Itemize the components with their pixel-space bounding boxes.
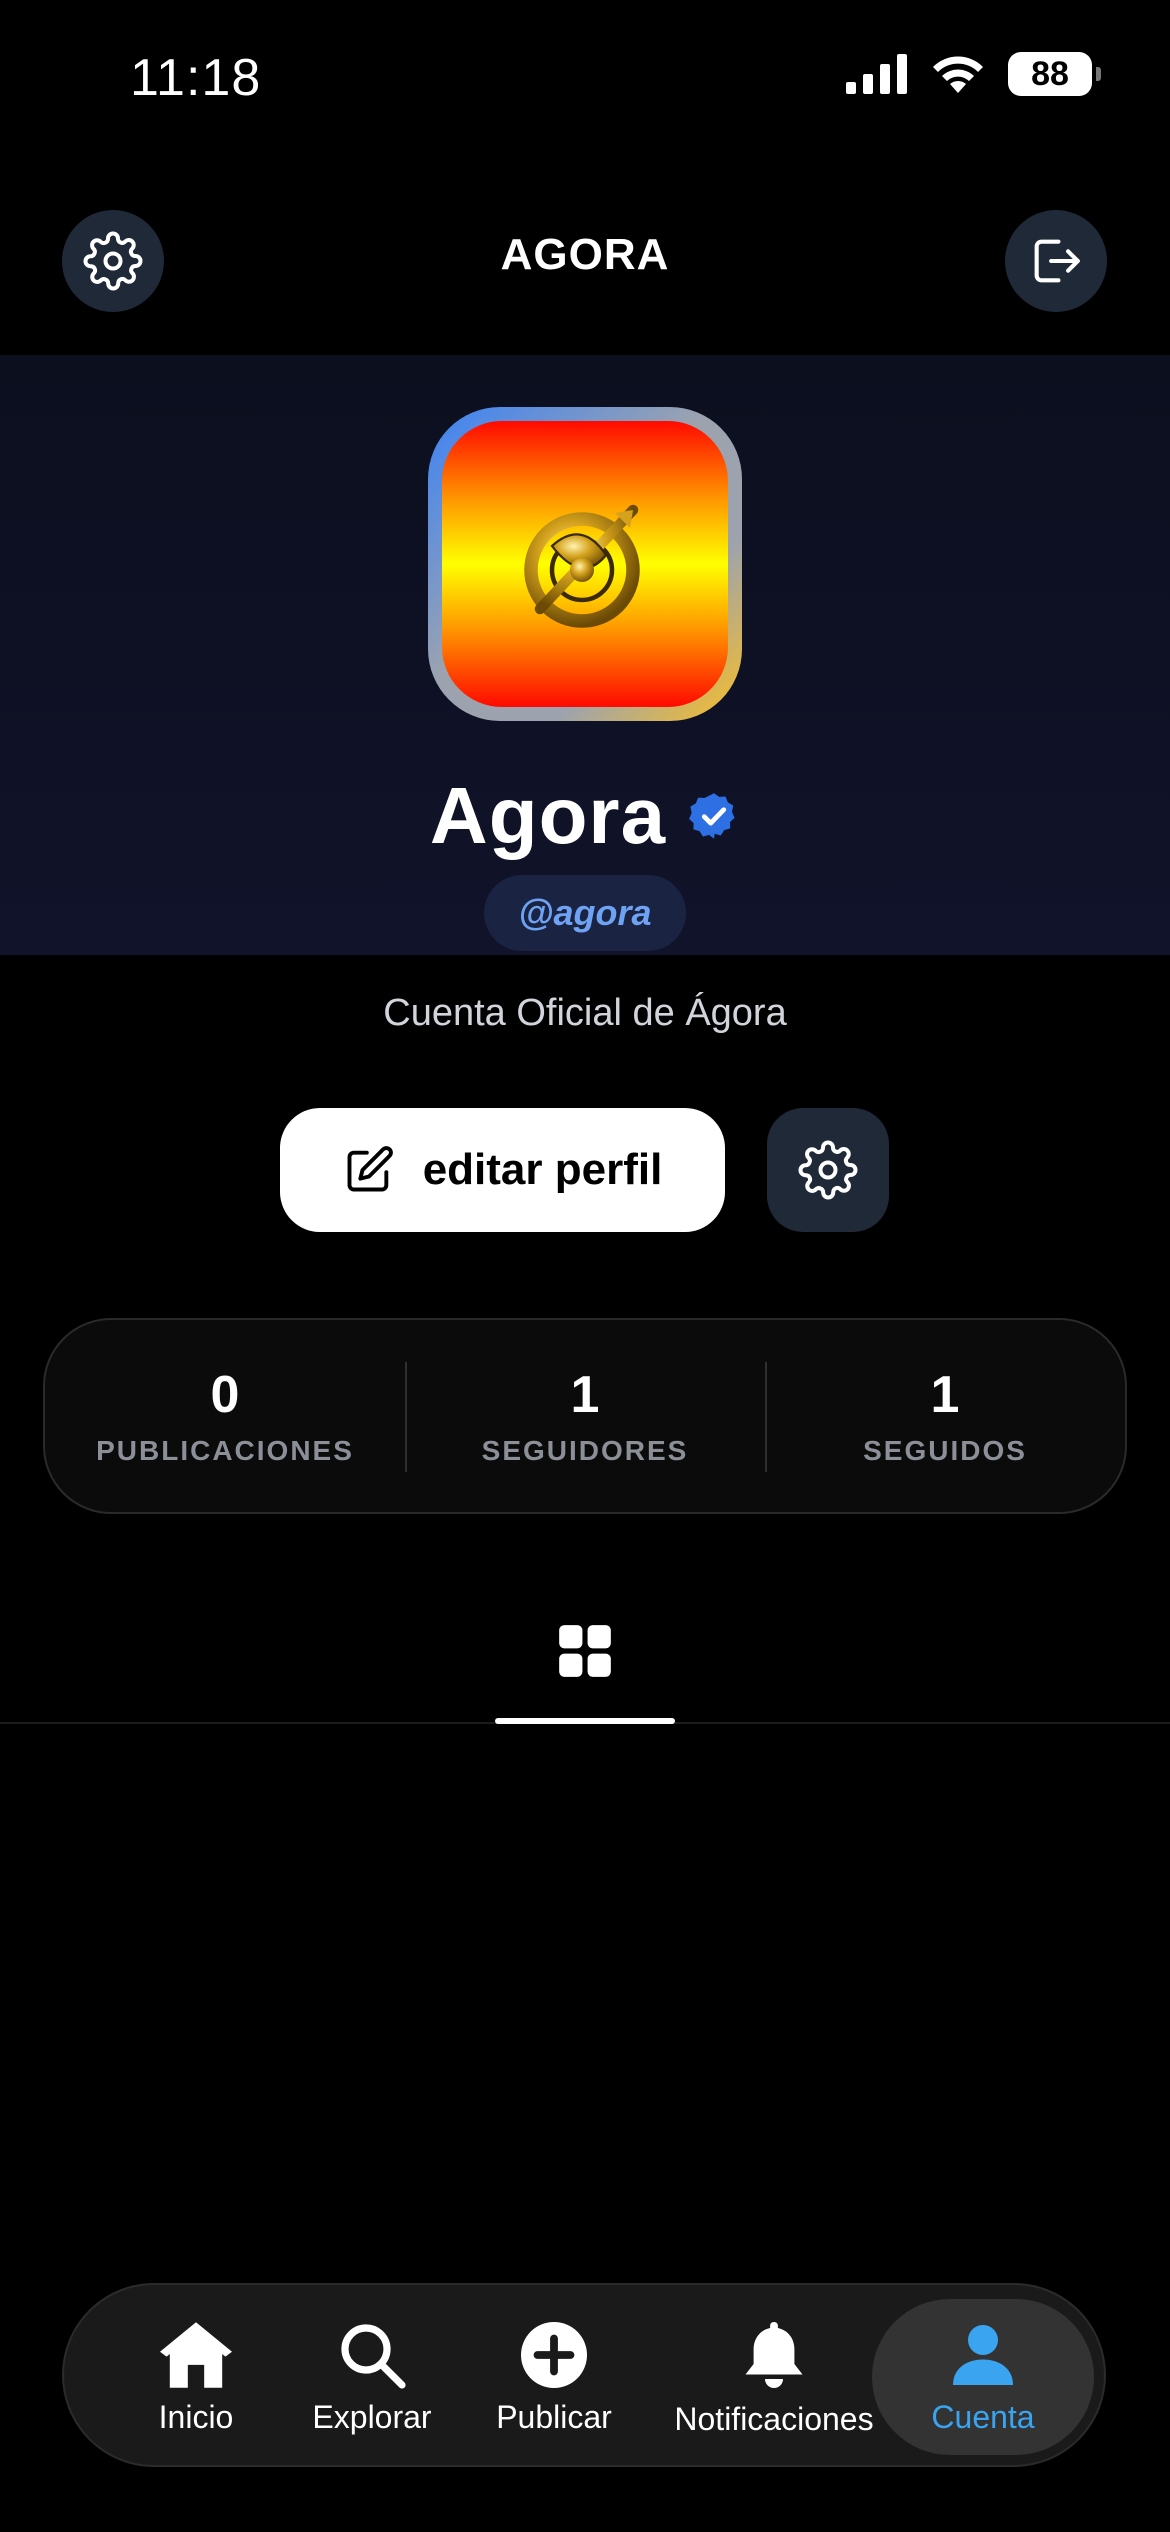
nav-item-inicio[interactable]: Inicio	[116, 2285, 276, 2469]
display-name: Agora	[429, 771, 667, 860]
nav-item-notificaciones[interactable]: Notificaciones	[649, 2285, 899, 2469]
stat-label: PUBLICACIONES	[96, 1435, 354, 1466]
top-bar: AGORA	[0, 200, 1170, 320]
user-icon	[953, 2324, 1013, 2385]
wifi-icon	[933, 56, 983, 93]
stat-publicaciones[interactable]: 0 PUBLICACIONES	[45, 1320, 405, 1512]
tab-grid[interactable]	[495, 1610, 675, 1724]
plus-circle-icon	[521, 2321, 587, 2388]
stat-label: SEGUIDORES	[481, 1435, 689, 1466]
content-tabs	[0, 1610, 1170, 1724]
grid-icon	[559, 1625, 611, 1677]
stat-value: 0	[210, 1366, 240, 1424]
profile-bio: Cuenta Oficial de Ágora	[383, 992, 787, 1034]
home-icon	[160, 2321, 232, 2388]
nav-item-cuenta[interactable]: Cuenta	[872, 2299, 1094, 2455]
edit-icon	[347, 1146, 393, 1192]
nav-item-explorar[interactable]: Explorar	[282, 2285, 462, 2469]
logout-button[interactable]	[1005, 210, 1107, 312]
bottom-nav: Inicio Explorar Publicar Notificaciones …	[62, 2283, 1106, 2467]
stat-value: 1	[570, 1366, 600, 1424]
bell-icon	[745, 2321, 803, 2388]
stat-seguidos[interactable]: 1 SEGUIDOS	[765, 1320, 1125, 1512]
stats-card: 0 PUBLICACIONES 1 SEGUIDORES 1 SEGUIDOS	[43, 1318, 1127, 1514]
agora-logo-icon	[524, 504, 640, 628]
profile-settings-button[interactable]	[767, 1108, 889, 1232]
avatar[interactable]	[428, 407, 742, 721]
cellular-signal-icon	[846, 54, 907, 94]
logout-icon	[1034, 239, 1080, 283]
status-bar: 11:18 88	[0, 0, 1170, 150]
active-tab-indicator	[495, 1718, 675, 1724]
gear-icon	[798, 1140, 858, 1200]
nav-label: Cuenta	[931, 2398, 1035, 2435]
stat-value: 1	[930, 1366, 960, 1424]
app-title: AGORA	[500, 230, 670, 279]
nav-label: Publicar	[496, 2398, 612, 2435]
username-handle: @agora	[484, 875, 686, 951]
nav-label: Inicio	[158, 2398, 234, 2435]
nav-label: Explorar	[312, 2398, 432, 2435]
status-icons: 88	[846, 52, 1101, 96]
nav-label: Notificaciones	[674, 2400, 874, 2437]
profile-header: Agora @agora	[0, 355, 1170, 955]
nav-item-publicar[interactable]: Publicar	[469, 2285, 639, 2469]
verified-badge-icon	[689, 793, 735, 839]
stat-seguidores[interactable]: 1 SEGUIDORES	[405, 1320, 765, 1512]
battery-indicator: 88	[1008, 52, 1101, 96]
name-row: Agora	[0, 770, 1170, 862]
stat-label: SEGUIDOS	[863, 1435, 1027, 1466]
edit-profile-label: editar perfil	[422, 1145, 663, 1194]
edit-profile-button[interactable]: editar perfil	[280, 1108, 725, 1232]
search-icon	[341, 2323, 406, 2389]
status-time: 11:18	[130, 49, 262, 107]
